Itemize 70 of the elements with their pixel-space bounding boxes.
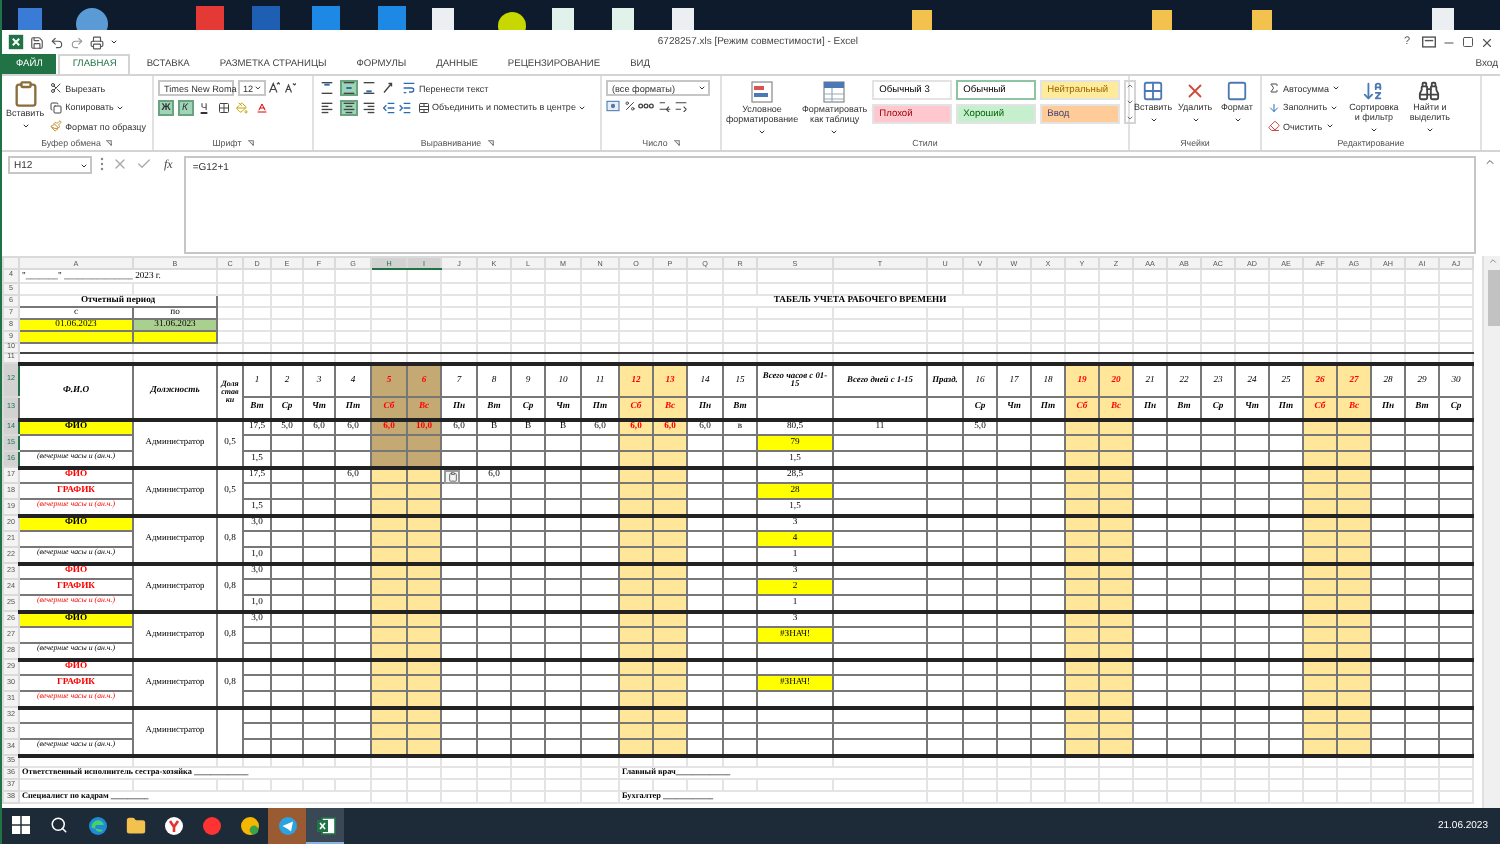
copy-icon bbox=[50, 101, 63, 113]
horizontal-align-button[interactable] bbox=[360, 99, 378, 115]
increase-decimal-icon bbox=[657, 99, 671, 111]
print-preview-icon[interactable] bbox=[90, 35, 104, 49]
percent-icon bbox=[623, 99, 635, 111]
horizontal-align-button[interactable] bbox=[318, 99, 336, 115]
caret-icon bbox=[253, 84, 261, 92]
grid-cross-icon bbox=[1184, 80, 1207, 102]
spreadsheet-icon bbox=[315, 815, 335, 835]
vertical-scrollbar[interactable] bbox=[1482, 256, 1500, 808]
redo-icon[interactable] bbox=[70, 35, 84, 49]
table-style-icon bbox=[822, 80, 847, 104]
grow-font-icon bbox=[268, 82, 280, 94]
browser-icon bbox=[163, 815, 183, 835]
scissors-icon bbox=[50, 82, 63, 94]
eraser-icon bbox=[1268, 120, 1280, 132]
gallery-scrollbar[interactable] bbox=[1123, 80, 1136, 124]
thousands-icon bbox=[638, 99, 654, 111]
sigma-icon bbox=[1268, 82, 1280, 94]
fill-color-button[interactable] bbox=[234, 99, 250, 115]
windows-icon bbox=[12, 816, 30, 834]
circle-icon bbox=[201, 815, 221, 835]
currency-icon bbox=[606, 99, 620, 111]
decrease-decimal-icon bbox=[674, 99, 688, 111]
arrow-down-icon bbox=[1268, 101, 1280, 113]
align-top-icon bbox=[320, 82, 334, 94]
wrap-text-icon bbox=[402, 82, 416, 94]
scrollbar-thumb[interactable] bbox=[1487, 270, 1499, 326]
horizontal-align-button[interactable] bbox=[339, 99, 357, 115]
undo-icon[interactable] bbox=[50, 35, 64, 49]
vertical-align-button[interactable] bbox=[318, 80, 336, 96]
font-color-button[interactable] bbox=[253, 99, 269, 115]
search-icon bbox=[50, 816, 68, 834]
borders-button[interactable] bbox=[215, 99, 231, 115]
save-icon[interactable] bbox=[30, 35, 44, 49]
paintbrush-icon bbox=[50, 120, 63, 132]
close-icon[interactable] bbox=[1480, 35, 1494, 49]
font-color-icon bbox=[255, 101, 267, 113]
app-icon bbox=[239, 815, 259, 835]
dialog-launcher-icon bbox=[106, 140, 113, 146]
clipboard-icon bbox=[447, 471, 457, 481]
binoculars-icon bbox=[1418, 80, 1441, 102]
ribbon-display-icon[interactable] bbox=[1422, 36, 1436, 48]
align-center-icon bbox=[341, 101, 355, 113]
conditional-format-icon bbox=[750, 80, 774, 104]
dialog-launcher-icon bbox=[487, 140, 494, 146]
clipboard-icon bbox=[11, 80, 40, 108]
maximize-icon[interactable] bbox=[1462, 36, 1474, 48]
shrink-font-icon bbox=[283, 82, 295, 94]
sort-icon bbox=[1362, 80, 1385, 102]
indent-decrease-icon bbox=[381, 101, 395, 113]
align-right-icon bbox=[362, 101, 376, 113]
borders-icon bbox=[217, 101, 229, 113]
taskbar-button[interactable] bbox=[306, 808, 344, 844]
merge-cells-icon bbox=[417, 101, 429, 113]
paper-plane-icon bbox=[277, 815, 297, 835]
dialog-launcher-icon bbox=[247, 140, 254, 146]
align-bottom-icon bbox=[362, 82, 376, 94]
folder-icon bbox=[125, 815, 145, 835]
grid-format-icon bbox=[1226, 80, 1248, 102]
paint-bucket-icon bbox=[236, 101, 248, 113]
align-left-icon bbox=[320, 101, 334, 113]
orientation-icon bbox=[381, 82, 397, 94]
browser-swirl-icon bbox=[87, 815, 107, 835]
align-middle-icon bbox=[341, 82, 355, 94]
vertical-align-button[interactable] bbox=[360, 80, 378, 96]
grid-plus-icon bbox=[1142, 80, 1165, 102]
dialog-launcher-icon bbox=[673, 140, 680, 146]
vertical-align-button[interactable] bbox=[339, 80, 357, 96]
indent-increase-icon bbox=[398, 101, 412, 113]
